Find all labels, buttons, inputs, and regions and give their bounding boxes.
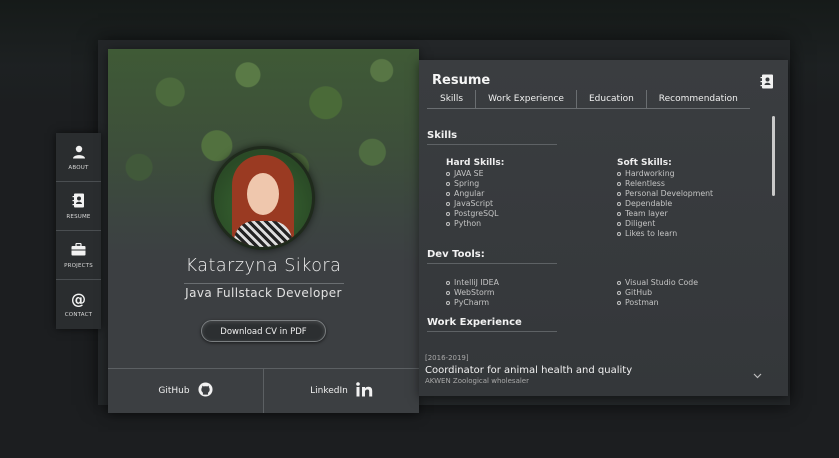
linkedin-link[interactable]: LinkedIn — [264, 369, 419, 413]
tab-recommendation[interactable]: Recommendation — [647, 90, 750, 109]
profile-title: Java Fullstack Developer — [185, 286, 342, 300]
dev-tools-left-column: IntelliJ IDEA WebStorm PyCharm — [446, 278, 499, 308]
person-icon — [71, 144, 87, 160]
scrollbar[interactable] — [772, 116, 775, 196]
contact-book-icon — [71, 193, 87, 209]
list-item: Angular — [446, 189, 504, 199]
job-title: Coordinator for animal health and qualit… — [425, 365, 633, 376]
dev-tools-heading: Dev Tools: — [427, 249, 485, 260]
list-item: WebStorm — [446, 288, 499, 298]
profile-name: Katarzyna Sikora — [185, 256, 342, 276]
dev-tools-right-column: Visual Studio Code GitHub Postman — [617, 278, 698, 308]
list-item: PyCharm — [446, 298, 499, 308]
job-company: AKWEN Zoological wholesaler — [425, 377, 529, 385]
hard-skills-column: Hard Skills: JAVA SE Spring Angular Java… — [446, 158, 504, 229]
github-link[interactable]: GitHub — [108, 369, 263, 413]
list-item: Spring — [446, 179, 504, 189]
list-item: Team layer — [617, 209, 713, 219]
list-item: Dependable — [617, 199, 713, 209]
list-item: Visual Studio Code — [617, 278, 698, 288]
list-item: JAVA SE — [446, 169, 504, 179]
resume-title: Resume — [432, 73, 491, 88]
sidebar-item-about[interactable]: ABOUT — [56, 133, 101, 182]
contact-book-icon — [760, 74, 774, 93]
list-item: GitHub — [617, 288, 698, 298]
sidebar-nav: ABOUT RESUME PROJECTS @ CONTACT — [56, 133, 101, 329]
sidebar-item-label: RESUME — [66, 213, 91, 220]
avatar — [211, 146, 315, 250]
divider — [184, 283, 344, 284]
list-item: Python — [446, 219, 504, 229]
svg-text:@: @ — [71, 292, 86, 307]
work-experience-heading: Work Experience — [427, 317, 522, 328]
sidebar-item-label: ABOUT — [68, 164, 89, 171]
sidebar-item-label: PROJECTS — [64, 262, 93, 269]
soft-skills-column: Soft Skills: Hardworking Relentless Pers… — [617, 158, 713, 239]
divider — [427, 144, 557, 145]
soft-skills-heading: Soft Skills: — [617, 158, 672, 168]
at-sign-icon: @ — [71, 291, 87, 307]
list-item: Personal Development — [617, 189, 713, 199]
sidebar-item-resume[interactable]: RESUME — [56, 182, 101, 231]
list-item: Postman — [617, 298, 698, 308]
list-item: IntelliJ IDEA — [446, 278, 499, 288]
profile-card: Katarzyna Sikora Java Fullstack Develope… — [108, 49, 419, 413]
tab-education[interactable]: Education — [577, 90, 647, 109]
sidebar-item-projects[interactable]: PROJECTS — [56, 231, 101, 280]
job-date: [2016-2019] — [425, 354, 469, 362]
download-cv-button[interactable]: Download CV in PDF — [201, 320, 326, 342]
skills-heading: Skills — [427, 130, 458, 141]
github-label: GitHub — [158, 386, 190, 396]
list-item: Likes to learn — [617, 229, 713, 239]
tab-work-experience[interactable]: Work Experience — [476, 90, 577, 109]
github-icon — [198, 382, 213, 400]
linkedin-icon — [356, 382, 373, 400]
list-item: Relentless — [617, 179, 713, 189]
list-item: JavaScript — [446, 199, 504, 209]
briefcase-icon — [71, 242, 87, 258]
linkedin-label: LinkedIn — [310, 386, 348, 396]
sidebar-item-contact[interactable]: @ CONTACT — [56, 280, 101, 329]
tab-skills[interactable]: Skills — [427, 90, 477, 109]
hard-skills-heading: Hard Skills: — [446, 158, 505, 168]
divider — [427, 331, 557, 332]
list-item: Diligent — [617, 219, 713, 229]
chevron-down-icon[interactable] — [753, 364, 762, 383]
resume-panel: Resume Skills Work Experience Education … — [419, 60, 788, 396]
list-item: Hardworking — [617, 169, 713, 179]
list-item: PostgreSQL — [446, 209, 504, 219]
divider — [427, 263, 557, 264]
sidebar-item-label: CONTACT — [64, 312, 93, 318]
resume-tabs: Skills Work Experience Education Recomme… — [427, 90, 750, 109]
avatar-photo — [214, 149, 312, 247]
